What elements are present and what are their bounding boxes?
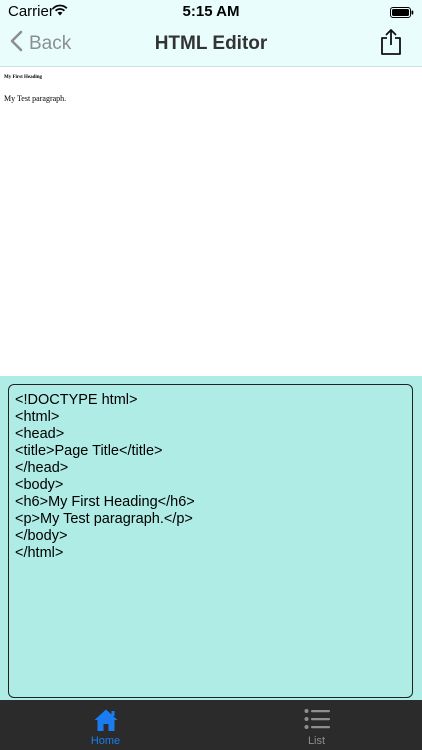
tab-home-label: Home <box>90 735 121 747</box>
page-title: HTML Editor <box>154 33 268 54</box>
editor-area: <!DOCTYPE html> <html> <head> <title>Pag… <box>0 376 422 700</box>
html-preview: My First Heading My Test paragraph. <box>0 67 422 376</box>
tab-list[interactable]: List <box>211 700 422 750</box>
preview-paragraph: My Test paragraph. <box>4 94 67 103</box>
code-text[interactable]: <!DOCTYPE html> <html> <head> <title>Pag… <box>15 392 406 562</box>
battery-icon <box>390 5 414 23</box>
preview-heading: My First Heading <box>4 75 43 80</box>
home-icon <box>0 708 211 732</box>
status-time: 5:15 AM <box>182 3 240 20</box>
share-icon <box>380 29 402 60</box>
navigation-bar: Back HTML Editor <box>0 22 422 67</box>
code-editor[interactable]: <!DOCTYPE html> <html> <head> <title>Pag… <box>8 384 413 698</box>
tab-bar: Home List <box>0 700 422 750</box>
status-bar: Carrier 5:15 AM <box>0 0 422 22</box>
share-button[interactable] <box>380 28 402 61</box>
list-icon <box>211 708 422 730</box>
tab-home[interactable]: Home <box>0 700 211 750</box>
tab-list-label: List <box>307 735 326 747</box>
